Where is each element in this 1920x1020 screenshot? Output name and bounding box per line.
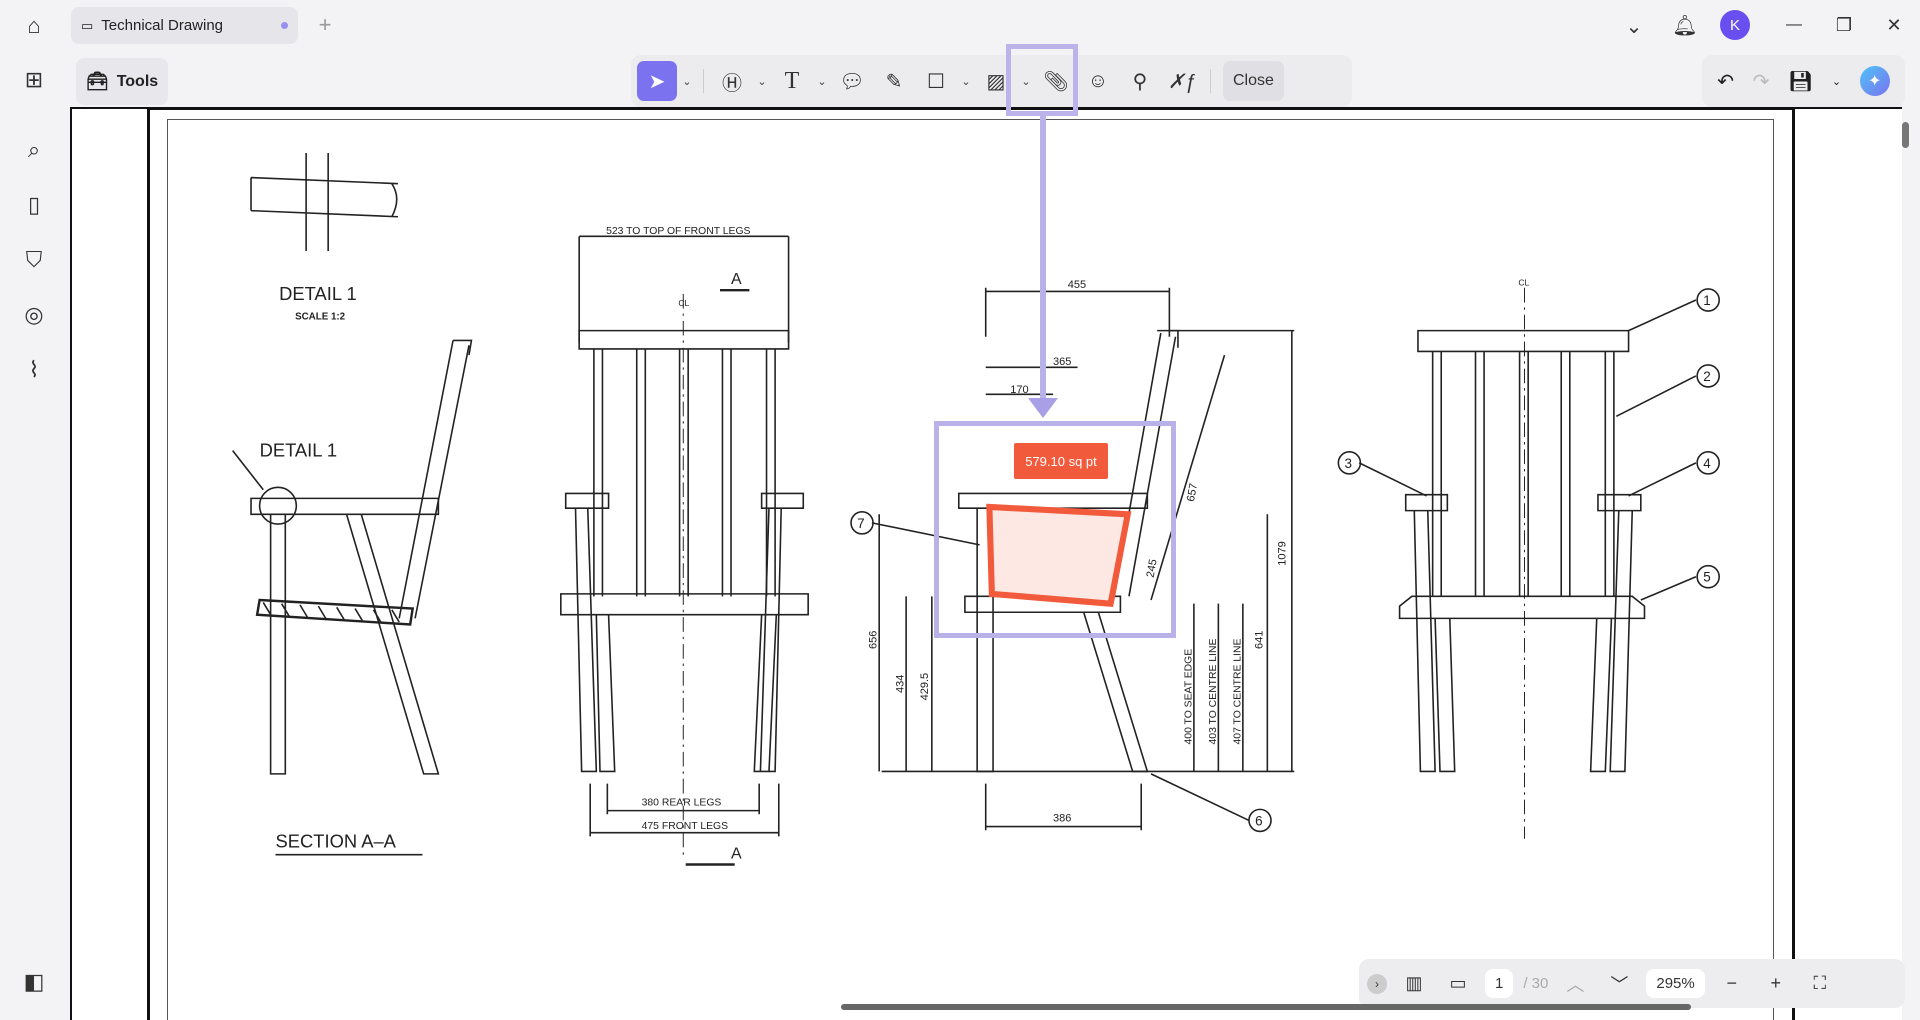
presentation-icon[interactable]: ▭	[1441, 973, 1475, 994]
signature-icon[interactable]: ✗ƒ	[1162, 61, 1202, 101]
comment-icon: ▭	[81, 17, 94, 33]
unsaved-dot	[281, 22, 288, 29]
comments-icon[interactable]: ◎	[16, 297, 52, 333]
bell-icon[interactable]: 🔔︎	[1670, 10, 1700, 40]
chevron-down-icon[interactable]: ⌄	[754, 61, 770, 101]
layers-icon[interactable]: ◧	[16, 964, 52, 1000]
tools-label: Tools	[116, 72, 159, 90]
new-tab-button[interactable]: +	[312, 12, 338, 38]
tab-bar: ⌂ ▭ Technical Drawing + ⌄ 🔔︎ K — ❐ ✕	[0, 0, 1920, 52]
tab-technical-drawing[interactable]: ▭ Technical Drawing	[71, 7, 298, 44]
pages-icon[interactable]: ▯	[16, 187, 52, 223]
tools-button[interactable]: 🧰︎ Tools	[76, 58, 168, 105]
chevron-down-icon[interactable]: ⌄	[1832, 75, 1841, 88]
redo-icon[interactable]: ↷	[1753, 69, 1770, 94]
next-page-icon[interactable]: ﹀	[1602, 971, 1636, 997]
home-icon[interactable]: ⌂	[18, 10, 50, 42]
right-toolbar: ↶ ↷ 💾︎ ⌄ ✦	[1702, 55, 1905, 107]
chevron-down-icon[interactable]: ⌄	[814, 61, 830, 101]
divider	[703, 69, 704, 93]
restore-button[interactable]: ❐	[1828, 10, 1860, 40]
close-window-button[interactable]: ✕	[1878, 10, 1910, 40]
chevron-down-icon[interactable]: ⌄	[679, 61, 695, 101]
close-toolbar-button[interactable]: Close	[1223, 61, 1284, 101]
heading-icon[interactable]: Ⓗ	[712, 61, 752, 101]
horizontal-scrollbar[interactable]	[841, 1004, 1691, 1010]
bookmark-icon[interactable]: ⛉	[16, 242, 52, 278]
left-sidebar: ⊞ ⌕ ▯ ⛉ ◎ ⌇ ◧	[0, 52, 67, 1020]
toolbox-icon: 🧰︎	[85, 71, 109, 91]
search-icon[interactable]: ⌕	[16, 132, 52, 168]
zoom-level[interactable]: 295%	[1646, 969, 1705, 998]
tab-title: Technical Drawing	[101, 17, 224, 34]
page-navigation-bar: › ▥ ▭ 1 / 30 ︿ ﹀ 295% − + ⛶	[1359, 959, 1905, 1008]
divider	[1210, 69, 1211, 93]
sticker-icon[interactable]: ☺	[1078, 61, 1118, 101]
minimize-button[interactable]: —	[1778, 10, 1810, 40]
save-icon[interactable]: 💾︎	[1788, 69, 1813, 94]
select-pointer-icon[interactable]: ➤	[637, 61, 677, 101]
zoom-in-icon[interactable]: +	[1759, 973, 1793, 994]
rectangle-icon[interactable]: ☐	[916, 61, 956, 101]
ai-assistant-icon[interactable]: ✦	[1859, 66, 1890, 96]
chevron-down-icon[interactable]: ⌄	[1620, 12, 1648, 40]
highlighter-icon[interactable]: ✎	[874, 61, 914, 101]
text-icon[interactable]: T	[772, 61, 812, 101]
vertical-scrollbar[interactable]	[1902, 122, 1909, 148]
pointer-arrow-line	[1040, 116, 1046, 406]
two-page-view-icon[interactable]: ▥	[1397, 973, 1431, 994]
annotation-toolbar: ➤ ⌄ Ⓗ ⌄ T ⌄ 💬︎ ✎ ☐ ⌄ ▨ ⌄ 📎︎ ☺ ⚲ ✗ƒ Close	[631, 55, 1352, 107]
comment-icon[interactable]: 💬︎	[832, 61, 872, 101]
expand-chevron-icon[interactable]: ›	[1367, 973, 1387, 994]
pointer-arrowhead	[1028, 398, 1058, 418]
zoom-out-icon[interactable]: −	[1715, 973, 1749, 994]
fit-page-icon[interactable]: ⛶	[1803, 973, 1837, 994]
undo-icon[interactable]: ↶	[1717, 69, 1734, 94]
area-measurement-label: 579.10 sq pt	[1014, 443, 1108, 479]
page-total: / 30	[1523, 975, 1549, 992]
avatar[interactable]: K	[1720, 10, 1750, 40]
attachment-icon[interactable]: ⌇	[16, 352, 52, 388]
page-number-input[interactable]: 1	[1485, 969, 1514, 998]
apps-grid-icon[interactable]: ⊞	[16, 62, 52, 98]
previous-page-icon[interactable]: ︿	[1558, 971, 1592, 997]
highlight-area-tool	[1006, 44, 1078, 116]
stamp-icon[interactable]: ⚲	[1120, 61, 1160, 101]
chevron-down-icon[interactable]: ⌄	[958, 61, 974, 101]
